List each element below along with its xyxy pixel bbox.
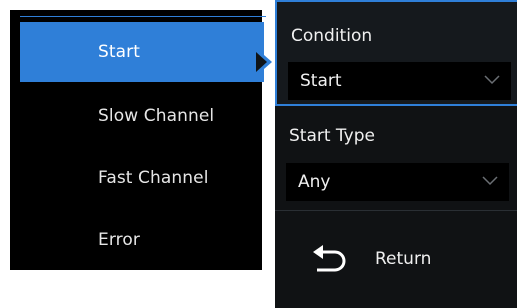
menu-item-label: Start bbox=[98, 42, 141, 62]
condition-value: Start bbox=[300, 71, 342, 91]
return-arrow-icon bbox=[313, 245, 346, 272]
start-type-dropdown[interactable]: Any bbox=[286, 163, 509, 201]
stage: Start Slow Channel Fast Channel Error Co… bbox=[0, 0, 517, 308]
start-type-label: Start Type bbox=[289, 126, 375, 146]
chevron-down-icon bbox=[482, 176, 498, 186]
menu-item-error[interactable]: Error bbox=[20, 210, 264, 270]
menu-item-label: Error bbox=[98, 230, 140, 250]
menu-item-label: Fast Channel bbox=[98, 168, 209, 188]
menu-pointer-arrow-inner bbox=[256, 52, 267, 72]
trigger-side-panel: Condition Start Start Type Any Return bbox=[275, 0, 517, 308]
menu-top-border bbox=[20, 16, 266, 17]
condition-section: Condition Start bbox=[275, 0, 517, 106]
menu-item-slow-channel[interactable]: Slow Channel bbox=[20, 86, 264, 146]
condition-dropdown[interactable]: Start bbox=[288, 62, 511, 100]
menu-item-fast-channel[interactable]: Fast Channel bbox=[20, 148, 264, 208]
condition-label: Condition bbox=[291, 26, 373, 46]
return-button[interactable]: Return bbox=[275, 211, 517, 308]
return-label: Return bbox=[375, 249, 432, 269]
menu-item-label: Slow Channel bbox=[98, 106, 215, 126]
menu-item-start[interactable]: Start bbox=[20, 22, 264, 82]
condition-options-menu: Start Slow Channel Fast Channel Error bbox=[10, 10, 266, 270]
start-type-value: Any bbox=[298, 172, 331, 192]
chevron-down-icon bbox=[484, 75, 500, 85]
